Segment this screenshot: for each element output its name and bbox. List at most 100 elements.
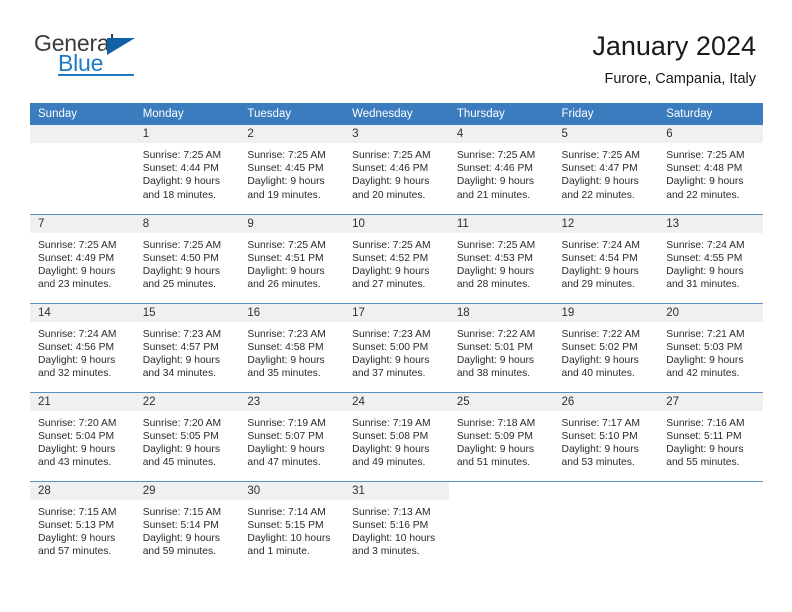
daylight-duration-line1: Daylight: 9 hours bbox=[666, 443, 744, 455]
calendar-day-cell[interactable]: 6 Sunrise: 7:25 AM Sunset: 4:48 PM Daylight… bbox=[658, 125, 763, 214]
calendar-day-cell[interactable]: 7 Sunrise: 7:25 AM Sunset: 4:49 PM Daylight… bbox=[30, 213, 135, 303]
day-number: 21 bbox=[30, 392, 135, 411]
calendar-day-cell[interactable]: 26 Sunrise: 7:17 AM Sunset: 5:10 PM Dayligh… bbox=[553, 391, 659, 481]
weekday-header-wednesday: Wednesday bbox=[344, 103, 449, 125]
day-number: 13 bbox=[658, 214, 763, 233]
day-sun-info: Sunrise: 7:25 AM Sunset: 4:45 PM Daylight:… bbox=[239, 143, 344, 202]
calendar-day-cell[interactable]: 23 Sunrise: 7:19 AM Sunset: 5:07 PM Dayligh… bbox=[239, 391, 345, 481]
sunset-time: Sunset: 4:47 PM bbox=[561, 163, 638, 175]
day-sun-info: Sunrise: 7:22 AM Sunset: 5:02 PM Daylight:… bbox=[554, 322, 659, 381]
calendar-day-cell[interactable]: 9 Sunrise: 7:25 AM Sunset: 4:51 PM Daylight… bbox=[239, 213, 345, 303]
day-number: 28 bbox=[30, 481, 135, 500]
day-sun-info: Sunrise: 7:24 AM Sunset: 4:55 PM Daylight:… bbox=[658, 233, 763, 292]
daylight-duration-line1: Daylight: 9 hours bbox=[247, 176, 325, 188]
sunset-time: Sunset: 5:11 PM bbox=[666, 430, 742, 442]
calendar-day-cell[interactable]: 11 Sunrise: 7:25 AM Sunset: 4:53 PM Dayligh… bbox=[448, 213, 554, 303]
calendar-day-cell[interactable]: 10 Sunrise: 7:25 AM Sunset: 4:52 PM Dayligh… bbox=[344, 213, 449, 303]
daylight-duration-line1: Daylight: 9 hours bbox=[352, 265, 430, 277]
calendar-day-cell[interactable]: 28 Sunrise: 7:15 AM Sunset: 5:13 PM Dayligh… bbox=[30, 480, 135, 570]
day-sun-info: Sunrise: 7:23 AM Sunset: 4:57 PM Daylight:… bbox=[135, 322, 240, 381]
sunset-time: Sunset: 5:09 PM bbox=[456, 430, 533, 442]
daylight-duration-line2: and 28 minutes. bbox=[456, 279, 531, 291]
daylight-duration-line2: and 34 minutes. bbox=[142, 368, 216, 380]
calendar-day-cell[interactable]: 15 Sunrise: 7:23 AM Sunset: 4:57 PM Dayligh… bbox=[134, 302, 240, 392]
calendar-day-cell[interactable]: 16 Sunrise: 7:23 AM Sunset: 4:58 PM Dayligh… bbox=[239, 302, 345, 392]
calendar-empty-cell bbox=[30, 125, 135, 214]
calendar-day-cell[interactable]: 18 Sunrise: 7:22 AM Sunset: 5:01 PM Dayligh… bbox=[448, 302, 554, 392]
weekday-header-sunday: Sunday bbox=[30, 103, 135, 125]
calendar-table: Sunday Monday Tuesday Wednesday Thursday… bbox=[30, 103, 763, 570]
day-number: 7 bbox=[30, 214, 135, 233]
sunrise-time: Sunrise: 7:19 AM bbox=[247, 417, 326, 429]
sunset-time: Sunset: 5:10 PM bbox=[561, 430, 638, 442]
calendar-day-cell[interactable]: 30 Sunrise: 7:14 AM Sunset: 5:15 PM Dayligh… bbox=[239, 480, 345, 570]
calendar-day-cell[interactable]: 1 Sunrise: 7:25 AM Sunset: 4:44 PM Daylight… bbox=[134, 125, 240, 214]
sunset-time: Sunset: 4:46 PM bbox=[352, 163, 429, 175]
daylight-duration-line2: and 51 minutes. bbox=[456, 457, 531, 469]
calendar-day-cell[interactable]: 14 Sunrise: 7:24 AM Sunset: 4:56 PM Dayligh… bbox=[30, 302, 135, 392]
daylight-duration-line1: Daylight: 9 hours bbox=[352, 354, 430, 366]
sunset-time: Sunset: 5:15 PM bbox=[247, 519, 324, 531]
day-sun-info: Sunrise: 7:19 AM Sunset: 5:07 PM Daylight:… bbox=[239, 411, 344, 470]
calendar-day-cell[interactable]: 24 Sunrise: 7:19 AM Sunset: 5:08 PM Dayligh… bbox=[344, 391, 449, 481]
sunrise-time: Sunrise: 7:16 AM bbox=[666, 417, 745, 429]
sunset-time: Sunset: 4:45 PM bbox=[247, 163, 324, 175]
sunset-time: Sunset: 4:52 PM bbox=[352, 252, 429, 264]
calendar-day-cell[interactable]: 19 Sunrise: 7:22 AM Sunset: 5:02 PM Dayligh… bbox=[553, 302, 659, 392]
day-number: 19 bbox=[553, 303, 659, 322]
daylight-duration-line1: Daylight: 9 hours bbox=[38, 265, 116, 277]
calendar-day-cell[interactable]: 31 Sunrise: 7:13 AM Sunset: 5:16 PM Dayligh… bbox=[344, 480, 449, 570]
sunset-time: Sunset: 5:07 PM bbox=[247, 430, 324, 442]
sunset-time: Sunset: 5:05 PM bbox=[142, 430, 219, 442]
sunrise-time: Sunrise: 7:25 AM bbox=[352, 239, 431, 251]
sunset-time: Sunset: 4:48 PM bbox=[666, 163, 743, 175]
day-sun-info: Sunrise: 7:22 AM Sunset: 5:01 PM Daylight:… bbox=[449, 322, 554, 381]
daylight-duration-line1: Daylight: 9 hours bbox=[142, 265, 220, 277]
daylight-duration-line2: and 22 minutes. bbox=[666, 189, 740, 201]
day-sun-info: Sunrise: 7:25 AM Sunset: 4:50 PM Daylight:… bbox=[135, 233, 240, 292]
sunrise-time: Sunrise: 7:23 AM bbox=[352, 328, 431, 340]
day-sun-info: Sunrise: 7:24 AM Sunset: 4:56 PM Daylight:… bbox=[30, 322, 135, 381]
daylight-duration-line1: Daylight: 9 hours bbox=[38, 443, 116, 455]
daylight-duration-line2: and 37 minutes. bbox=[352, 368, 426, 380]
day-number: 8 bbox=[134, 214, 240, 233]
daylight-duration-line1: Daylight: 9 hours bbox=[666, 265, 744, 277]
calendar-day-cell[interactable]: 8 Sunrise: 7:25 AM Sunset: 4:50 PM Daylight… bbox=[134, 213, 240, 303]
daylight-duration-line2: and 27 minutes. bbox=[352, 279, 426, 291]
calendar-week-row: 1 Sunrise: 7:25 AM Sunset: 4:44 PM Daylight… bbox=[30, 125, 763, 214]
calendar-day-cell[interactable]: 3 Sunrise: 7:25 AM Sunset: 4:46 PM Daylight… bbox=[344, 125, 449, 214]
daylight-duration-line2: and 45 minutes. bbox=[142, 457, 216, 469]
calendar-day-cell[interactable]: 2 Sunrise: 7:25 AM Sunset: 4:45 PM Daylight… bbox=[239, 125, 345, 214]
day-sun-info: Sunrise: 7:14 AM Sunset: 5:15 PM Daylight:… bbox=[239, 500, 344, 559]
triangle-icon bbox=[107, 38, 135, 55]
calendar-day-cell[interactable]: 27 Sunrise: 7:16 AM Sunset: 5:11 PM Dayligh… bbox=[658, 391, 763, 481]
sunrise-time: Sunrise: 7:24 AM bbox=[561, 239, 640, 251]
daylight-duration-line2: and 19 minutes. bbox=[247, 189, 321, 201]
day-number: 16 bbox=[239, 303, 345, 322]
calendar-day-cell[interactable]: 4 Sunrise: 7:25 AM Sunset: 4:46 PM Daylight… bbox=[448, 125, 554, 214]
sunrise-time: Sunrise: 7:25 AM bbox=[456, 239, 536, 251]
sunrise-time: Sunrise: 7:21 AM bbox=[666, 328, 745, 340]
calendar-day-cell[interactable]: 22 Sunrise: 7:20 AM Sunset: 5:05 PM Dayligh… bbox=[134, 391, 240, 481]
day-sun-info: Sunrise: 7:19 AM Sunset: 5:08 PM Daylight:… bbox=[344, 411, 449, 470]
calendar-day-cell[interactable]: 25 Sunrise: 7:18 AM Sunset: 5:09 PM Dayligh… bbox=[448, 391, 554, 481]
day-sun-info: Sunrise: 7:25 AM Sunset: 4:46 PM Daylight:… bbox=[344, 143, 449, 202]
calendar-day-cell[interactable]: 13 Sunrise: 7:24 AM Sunset: 4:55 PM Dayligh… bbox=[658, 213, 763, 303]
sunset-time: Sunset: 4:51 PM bbox=[247, 252, 324, 264]
calendar-day-cell[interactable]: 12 Sunrise: 7:24 AM Sunset: 4:54 PM Dayligh… bbox=[553, 213, 659, 303]
calendar-day-cell[interactable]: 21 Sunrise: 7:20 AM Sunset: 5:04 PM Dayligh… bbox=[30, 391, 135, 481]
calendar-day-cell[interactable]: 20 Sunrise: 7:21 AM Sunset: 5:03 PM Dayligh… bbox=[658, 302, 763, 392]
daylight-duration-line1: Daylight: 10 hours bbox=[352, 532, 436, 544]
day-number: 26 bbox=[553, 392, 659, 411]
logo-underline bbox=[58, 74, 134, 76]
daylight-duration-line1: Daylight: 10 hours bbox=[247, 532, 331, 544]
calendar-day-cell[interactable]: 17 Sunrise: 7:23 AM Sunset: 5:00 PM Dayligh… bbox=[344, 302, 449, 392]
day-number bbox=[553, 481, 659, 500]
general-blue-logo[interactable]: General Blue bbox=[34, 30, 144, 82]
calendar-week-row: 28 Sunrise: 7:15 AM Sunset: 5:13 PM Dayligh… bbox=[30, 480, 763, 570]
sunrise-time: Sunrise: 7:20 AM bbox=[38, 417, 117, 429]
calendar-day-cell[interactable]: 29 Sunrise: 7:15 AM Sunset: 5:14 PM Dayligh… bbox=[134, 480, 240, 570]
daylight-duration-line1: Daylight: 9 hours bbox=[561, 176, 639, 188]
calendar-day-cell[interactable]: 5 Sunrise: 7:25 AM Sunset: 4:47 PM Daylight… bbox=[553, 125, 659, 214]
daylight-duration-line1: Daylight: 9 hours bbox=[142, 176, 220, 188]
